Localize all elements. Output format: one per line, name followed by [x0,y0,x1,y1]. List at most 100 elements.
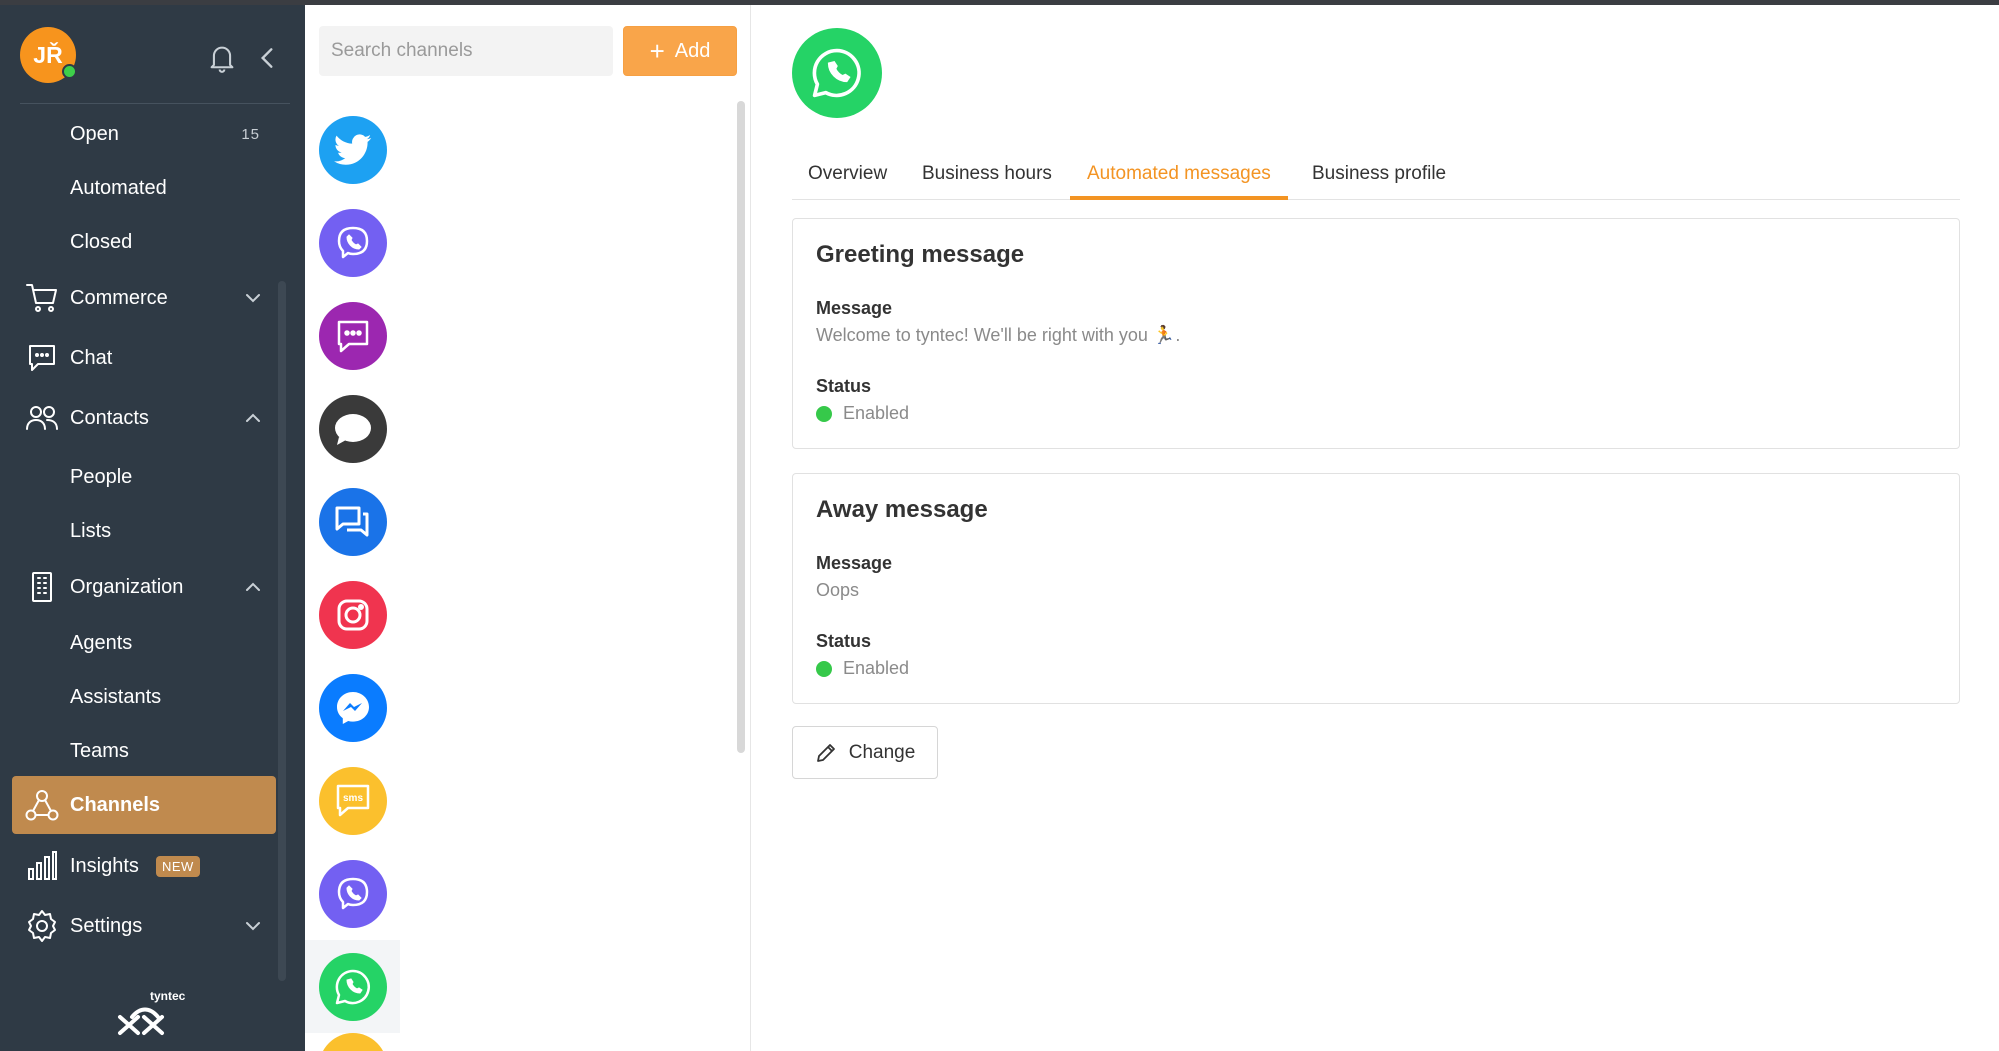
speech-bubble-icon [318,394,387,463]
sidebar-item-insights[interactable]: Insights NEW [0,843,278,889]
sidebar: JŘ Open 15 Automated Closed Commerce Cha… [0,5,305,1051]
sidebar-item-label: Open [70,122,119,145]
sidebar-item-people[interactable]: People [0,454,278,500]
sidebar-item-label: Lists [70,519,112,542]
enabled-status-dot [816,405,832,422]
gear-icon [24,908,60,944]
message-label: Message [816,298,893,318]
chevron-down-icon[interactable] [242,915,264,937]
sidebar-item-automated[interactable]: Automated [0,165,278,211]
cart-icon [24,280,60,316]
open-count-badge: 15 [241,125,260,143]
away-message-text: Oops [816,580,860,600]
sidebar-item-label: Channels [70,793,161,816]
message-dots-icon [318,301,387,370]
channel-item-apple-business-chat[interactable] [305,382,400,475]
channel-item-partial[interactable] [305,1033,400,1051]
plus-icon: + [649,36,665,66]
channel-item-viber[interactable] [305,196,400,289]
channel-item-viber[interactable] [305,847,400,940]
sidebar-item-lists[interactable]: Lists [0,508,278,554]
twitter-icon [318,115,387,184]
sidebar-item-label: Organization [70,575,184,598]
add-channel-button[interactable]: + Add [623,26,737,76]
brand-name: tyntec [150,989,186,1003]
channel-list-scrollbar[interactable] [737,101,745,753]
sidebar-item-label: Agents [70,631,133,654]
channel-item-whatsapp[interactable] [305,940,400,1033]
building-icon [24,569,60,605]
channels-icon [24,787,60,823]
status-text: Enabled [843,658,910,678]
whatsapp-icon [792,28,882,118]
sidebar-item-label: People [70,465,133,488]
sidebar-item-commerce[interactable]: Commerce [0,275,278,321]
bar-chart-icon [24,848,60,884]
channel-item-instagram[interactable] [305,568,400,661]
sidebar-item-teams[interactable]: Teams [0,728,278,774]
sidebar-item-label: Automated [70,176,167,199]
channel-item-twitter[interactable] [305,103,400,196]
sidebar-item-organization[interactable]: Organization [0,564,278,610]
change-button[interactable]: Change [792,726,938,779]
new-badge: NEW [156,855,200,877]
search-channels-input[interactable] [319,26,613,76]
status-label: Status [816,376,872,396]
whatsapp-icon [318,952,387,1021]
bell-icon[interactable] [208,43,236,73]
messenger-icon [318,673,387,742]
tab-business-hours[interactable]: Business hours [922,155,1052,200]
channel-detail-panel: Overview Business hours Automated messag… [752,5,1999,1051]
tab-overview[interactable]: Overview [808,155,887,200]
channel-item-chat[interactable] [305,289,400,382]
user-avatar[interactable]: JŘ [20,27,77,83]
sidebar-item-channels[interactable]: Channels [12,776,276,834]
sidebar-item-agents[interactable]: Agents [0,620,278,666]
sidebar-item-closed[interactable]: Closed [0,219,278,265]
channel-item-google-business-messages[interactable] [305,475,400,568]
channel-item-messenger[interactable] [305,661,400,754]
greeting-status: Enabled [816,403,909,424]
add-button-label: Add [674,39,711,62]
channel-icon [318,1033,387,1051]
chat-bubble-icon [24,340,60,376]
channel-list-panel: + Add sms [305,5,751,1051]
sidebar-item-label: Teams [70,739,129,762]
sidebar-divider [20,103,290,104]
sidebar-item-chat[interactable]: Chat [0,335,278,381]
sidebar-item-label: Insights [70,854,139,877]
sidebar-item-assistants[interactable]: Assistants [0,674,278,720]
online-status-dot [62,64,77,79]
away-status: Enabled [816,658,909,679]
enabled-status-dot [816,660,832,677]
card-title: Greeting message [816,241,1025,268]
collapse-sidebar-icon[interactable] [256,45,278,71]
instagram-icon [318,580,387,649]
sidebar-item-label: Chat [70,346,113,369]
away-message-card: Away message Message Oops Status Enabled [792,473,1960,704]
sidebar-item-contacts[interactable]: Contacts [0,395,278,441]
detail-tabs: Overview Business hours Automated messag… [792,155,1960,200]
message-label: Message [816,553,893,573]
status-text: Enabled [843,403,910,423]
tab-automated-messages[interactable]: Automated messages [1070,155,1288,200]
greeting-message-text: Welcome to tyntec! We'll be right with y… [816,325,1181,345]
sidebar-scrollbar[interactable] [278,281,286,981]
chevron-up-icon[interactable] [242,407,264,429]
sidebar-item-label: Closed [70,230,133,253]
viber-icon [318,859,387,928]
change-button-label: Change [848,741,916,763]
channel-item-sms[interactable]: sms [305,754,400,847]
chevron-up-icon[interactable] [242,576,264,598]
card-title: Away message [816,496,988,523]
tab-business-profile[interactable]: Business profile [1312,155,1446,200]
sidebar-header: JŘ [0,5,305,105]
sidebar-item-label: Assistants [70,685,162,708]
sidebar-item-label: Settings [70,914,143,937]
chevron-down-icon[interactable] [242,287,264,309]
sidebar-item-label: Commerce [70,286,168,309]
sms-icon: sms [318,766,387,835]
pencil-icon [816,743,835,762]
sidebar-item-settings[interactable]: Settings [0,903,278,949]
sidebar-item-open[interactable]: Open 15 [0,111,278,157]
